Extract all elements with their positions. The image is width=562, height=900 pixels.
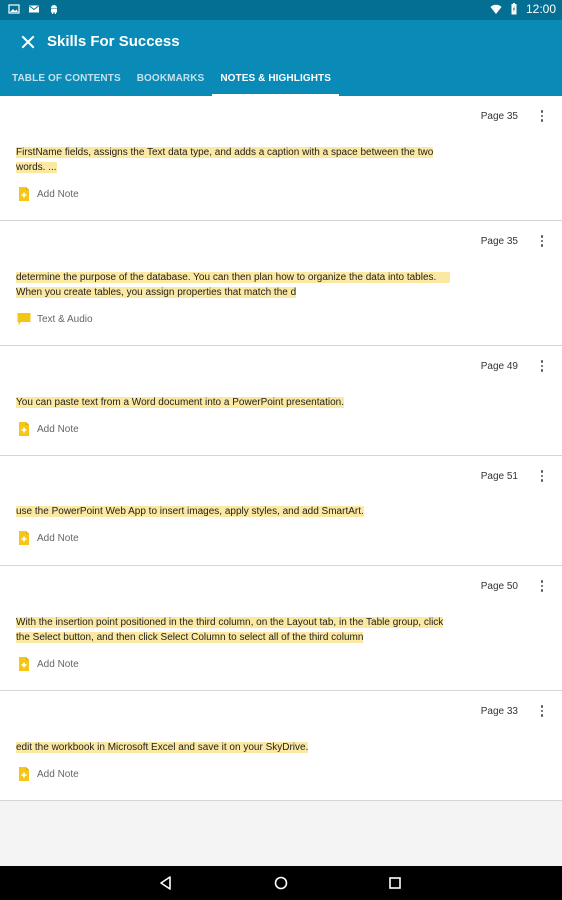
note-card[interactable]: Page 49 You can paste text from a Word d… [0,346,562,456]
page-number: Page 35 [480,111,518,122]
system-nav-bar [0,866,562,900]
overflow-menu-button[interactable] [536,108,548,124]
more-vert-icon [540,705,544,708]
page-number: Page 51 [480,471,518,482]
overflow-menu-button[interactable] [536,703,548,719]
highlight-text: With the insertion point positioned in t… [16,617,444,643]
status-bar: 12:00 [0,0,562,20]
page-number: Page 49 [480,361,518,372]
close-button[interactable] [14,28,42,56]
highlight-text: determine the purpose of the database. Y… [16,272,451,298]
overflow-menu-button[interactable] [536,233,548,249]
highlight-text: use the PowerPoint Web App to insert ima… [16,506,364,517]
battery-icon [511,3,517,15]
note-card[interactable]: Page 51 use the PowerPoint Web App to in… [0,456,562,566]
image-notification-icon [8,4,20,14]
mail-notification-icon [29,5,39,13]
more-vert-icon [540,580,544,583]
clock: 12:00 [525,2,556,16]
add-note-button[interactable]: Add Note [16,766,79,782]
highlight-text: You can paste text from a Word document … [16,397,344,408]
text-audio-note-icon [17,313,31,325]
tab-bar: TABLE OF CONTENTS BOOKMARKS NOTES & HIGH… [0,68,339,96]
text-audio-note-button[interactable]: Text & Audio [16,311,93,327]
add-note-icon [19,531,29,545]
add-note-button[interactable]: Add Note [16,530,79,546]
android-notification-icon [51,5,57,14]
tab-notes-highlights[interactable]: NOTES & HIGHLIGHTS [212,68,339,96]
more-vert-icon [540,110,544,113]
more-vert-icon [540,360,544,363]
highlight-text: FirstName fields, assigns the Text data … [16,147,434,173]
more-vert-icon [540,470,544,473]
close-icon [21,35,35,49]
wifi-icon [490,4,502,14]
add-note-icon [19,657,29,671]
overflow-menu-button[interactable] [536,358,548,374]
add-note-icon [19,767,29,781]
tab-bookmarks[interactable]: BOOKMARKS [129,68,213,96]
add-note-icon [19,422,29,436]
overflow-menu-button[interactable] [536,578,548,594]
note-card[interactable]: Page 33 edit the workbook in Microsoft E… [0,691,562,801]
page-number: Page 35 [480,236,518,247]
add-note-button[interactable]: Add Note [16,656,79,672]
note-card[interactable]: Page 50 With the insertion point positio… [0,566,562,691]
app-bar: Skills For Success TABLE OF CONTENTS BOO… [0,20,562,96]
add-note-button[interactable]: Add Note [16,186,79,202]
highlight-text: edit the workbook in Microsoft Excel and… [16,742,309,753]
add-note-button[interactable]: Add Note [16,421,79,437]
more-vert-icon [540,235,544,238]
page-number: Page 33 [480,706,518,717]
tab-table-of-contents[interactable]: TABLE OF CONTENTS [0,68,129,96]
home-icon[interactable] [273,875,289,891]
recents-icon[interactable] [387,875,403,891]
back-icon[interactable] [158,875,174,891]
note-card[interactable]: Page 35 determine the purpose of the dat… [0,221,562,346]
overflow-menu-button[interactable] [536,468,548,484]
page-title: Skills For Success [47,33,180,50]
notes-list: Page 35 FirstName fields, assigns the Te… [0,96,562,801]
note-card[interactable]: Page 35 FirstName fields, assigns the Te… [0,96,562,221]
add-note-icon [19,187,29,201]
page-number: Page 50 [480,581,518,592]
